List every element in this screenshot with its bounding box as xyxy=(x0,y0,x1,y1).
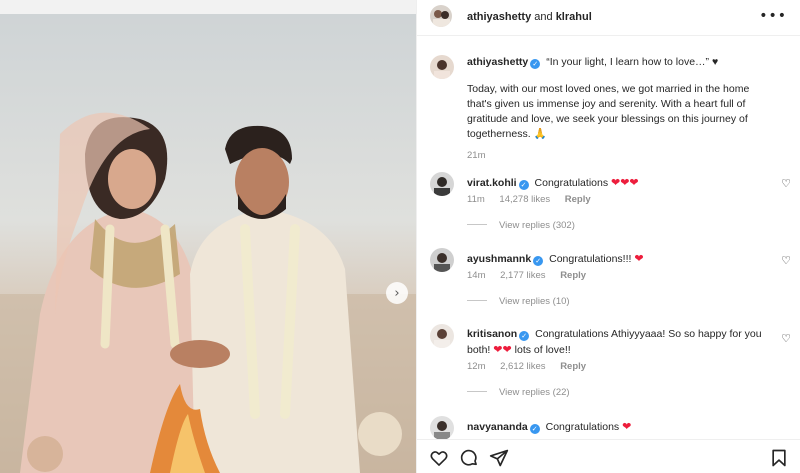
avatar[interactable] xyxy=(430,172,454,196)
view-replies-button[interactable]: View replies (10) xyxy=(467,296,570,307)
comment-username[interactable]: virat.kohli xyxy=(467,177,517,189)
comment-body: Congratulations!!! xyxy=(549,253,632,265)
verified-badge-icon: ✓ xyxy=(518,180,529,190)
comment-username[interactable]: kritisanon xyxy=(467,328,517,340)
red-heart-emoji: ❤❤❤ xyxy=(611,176,639,189)
avatar[interactable] xyxy=(430,416,454,440)
caption-time[interactable]: 21m xyxy=(467,148,767,163)
avatar[interactable] xyxy=(430,248,454,272)
post-side-panel: athiyashetty and klrahul ••• athiyashett… xyxy=(416,0,800,473)
view-replies-button[interactable]: View replies (22) xyxy=(467,387,570,398)
caption-avatar[interactable] xyxy=(430,55,454,79)
red-heart-emoji: ❤ xyxy=(634,252,644,265)
reply-button[interactable]: Reply xyxy=(560,270,586,281)
wedding-photo-illustration xyxy=(0,112,416,473)
browser-strip xyxy=(0,0,416,14)
coauthor-username[interactable]: klrahul xyxy=(556,11,592,23)
comment-body: Congratulations xyxy=(534,177,609,189)
comment-text: kritisanon ✓ Congratulations Athiyyyaaa! … xyxy=(467,327,767,358)
comment-icon[interactable] xyxy=(459,448,479,468)
heart-icon[interactable]: ♡ xyxy=(781,177,791,190)
red-heart-emoji: ❤ xyxy=(622,420,632,433)
comment-time[interactable]: 11m xyxy=(467,194,485,205)
author-joiner: and xyxy=(534,11,553,23)
post-header: athiyashetty and klrahul ••• xyxy=(417,0,800,36)
caption-body: Today, with our most loved ones, we got … xyxy=(467,83,750,140)
verified-badge-icon: ✓ xyxy=(533,256,544,266)
paper-plane-icon[interactable] xyxy=(489,448,509,468)
comment-text: ayushmannk ✓ Congratulations!!! ❤ xyxy=(467,251,767,267)
red-heart-emoji: ❤❤ xyxy=(493,343,512,356)
comment-body-continued: lots of love!! xyxy=(514,344,571,356)
action-bar xyxy=(417,439,800,473)
comment-username[interactable]: navyananda xyxy=(467,421,528,433)
view-replies-button[interactable]: View replies (302) xyxy=(467,220,575,231)
comment-meta: 14m 2,177 likes Reply xyxy=(467,270,598,281)
reply-button[interactable]: Reply xyxy=(565,194,591,205)
bookmark-icon[interactable] xyxy=(769,448,789,468)
avatar[interactable] xyxy=(430,5,452,27)
comment-meta: 11m 14,278 likes Reply xyxy=(467,194,603,205)
verified-badge-icon: ✓ xyxy=(519,331,530,341)
comment-likes[interactable]: 2,177 likes xyxy=(500,270,545,281)
more-options-icon[interactable]: ••• xyxy=(759,8,787,24)
caption-quote: “In your light, I learn how to love…” ♥ xyxy=(546,56,719,68)
heart-icon[interactable] xyxy=(429,448,449,468)
author-username[interactable]: athiyashetty xyxy=(467,11,531,23)
comment-body: Congratulations xyxy=(545,421,620,433)
comment-time[interactable]: 14m xyxy=(467,270,485,281)
heart-icon[interactable]: ♡ xyxy=(781,332,791,345)
comment-text: virat.kohli ✓ Congratulations ❤❤❤ xyxy=(467,175,767,191)
post-photo[interactable]: › xyxy=(0,14,416,473)
post-caption: athiyashetty ✓ “In your light, I learn ho… xyxy=(467,55,767,163)
comment-text: navyananda ✓ Congratulations ❤ xyxy=(467,419,767,435)
avatar[interactable] xyxy=(430,324,454,348)
reply-button[interactable]: Reply xyxy=(560,361,586,372)
verified-badge-icon: ✓ xyxy=(530,59,541,69)
heart-icon[interactable]: ♡ xyxy=(781,254,791,267)
post-authors: athiyashetty and klrahul xyxy=(467,11,592,23)
comment-likes[interactable]: 2,612 likes xyxy=(500,361,545,372)
verified-badge-icon: ✓ xyxy=(529,424,540,434)
comment-meta: 12m 2,612 likes Reply xyxy=(467,361,598,372)
comment-likes[interactable]: 14,278 likes xyxy=(499,194,550,205)
comment-time[interactable]: 12m xyxy=(467,361,485,372)
comment-username[interactable]: ayushmannk xyxy=(467,253,531,265)
caption-username[interactable]: athiyashetty xyxy=(467,56,528,68)
chevron-right-icon[interactable]: › xyxy=(386,282,408,304)
